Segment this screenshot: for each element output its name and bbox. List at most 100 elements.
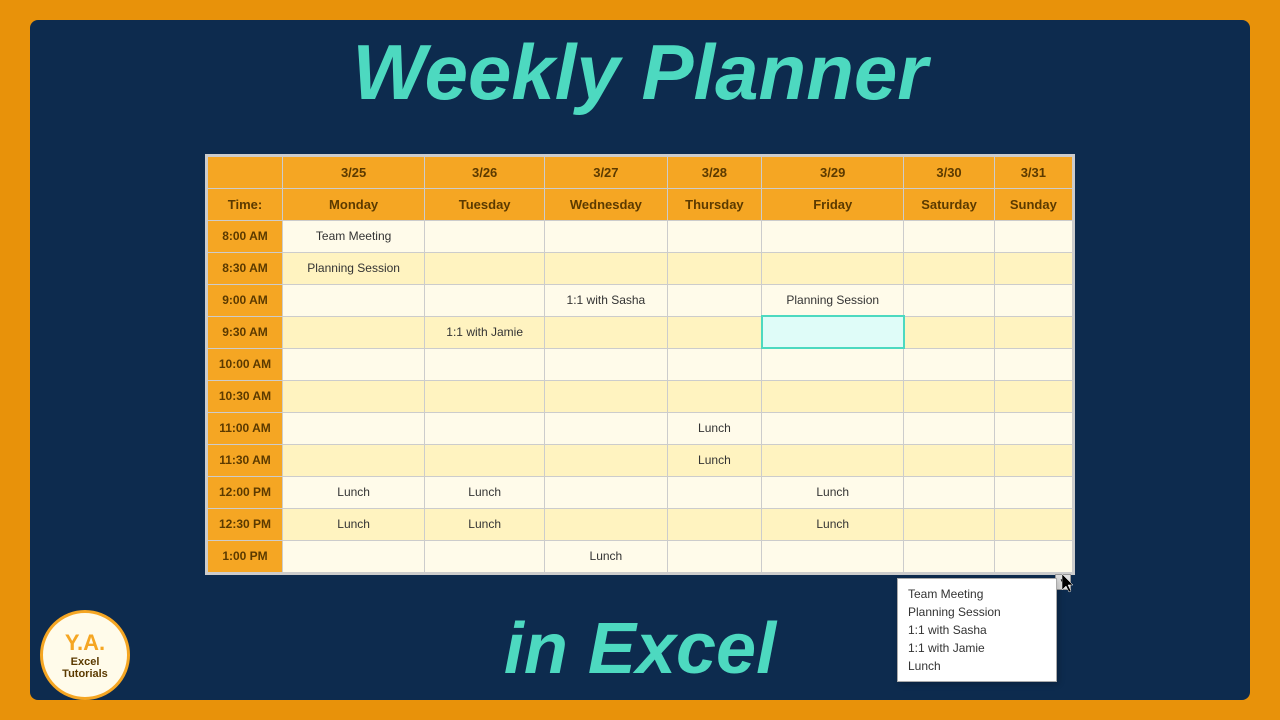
calendar-cell[interactable]	[904, 380, 994, 412]
calendar-cell[interactable]	[904, 476, 994, 508]
calendar-cell[interactable]	[994, 348, 1072, 380]
col-header-empty	[208, 156, 283, 188]
table-row: 10:30 AM	[208, 380, 1073, 412]
calendar-cell[interactable]	[994, 476, 1072, 508]
calendar-cell[interactable]: Planning Session	[762, 284, 904, 316]
table-row: 12:30 PMLunchLunchLunch	[208, 508, 1073, 540]
calendar-cell[interactable]	[994, 508, 1072, 540]
calendar-cell[interactable]	[425, 348, 545, 380]
calendar-cell[interactable]	[994, 252, 1072, 284]
title-top: Weekly Planner	[352, 30, 927, 116]
calendar-cell[interactable]	[283, 316, 425, 348]
calendar-cell[interactable]	[904, 444, 994, 476]
calendar-cell[interactable]	[545, 348, 668, 380]
calendar-cell[interactable]	[762, 316, 904, 348]
calendar-cell[interactable]	[425, 252, 545, 284]
calendar-cell[interactable]	[667, 316, 761, 348]
calendar-cell[interactable]	[904, 412, 994, 444]
calendar-cell[interactable]	[425, 540, 545, 572]
dropdown-item-5[interactable]: Lunch	[908, 657, 1046, 675]
calendar-cell[interactable]: Lunch	[762, 476, 904, 508]
calendar-cell[interactable]	[545, 412, 668, 444]
calendar-cell[interactable]	[545, 316, 668, 348]
col-day-wed: Wednesday	[545, 188, 668, 220]
calendar-cell[interactable]	[904, 508, 994, 540]
calendar-cell[interactable]	[904, 284, 994, 316]
calendar-cell[interactable]	[762, 380, 904, 412]
calendar-cell[interactable]	[904, 316, 994, 348]
calendar-cell[interactable]: Team Meeting	[283, 220, 425, 252]
calendar-cell[interactable]	[283, 348, 425, 380]
calendar-cell[interactable]	[994, 444, 1072, 476]
calendar-cell[interactable]: 1:1 with Sasha	[545, 284, 668, 316]
calendar-cell[interactable]	[667, 348, 761, 380]
calendar-cell[interactable]	[667, 508, 761, 540]
time-cell: 9:30 AM	[208, 316, 283, 348]
logo-line1: Excel	[71, 656, 100, 668]
table-row: 10:00 AM	[208, 348, 1073, 380]
calendar-cell[interactable]	[545, 508, 668, 540]
calendar-cell[interactable]	[667, 284, 761, 316]
calendar-cell[interactable]	[762, 252, 904, 284]
calendar-cell[interactable]: Lunch	[283, 476, 425, 508]
calendar-cell[interactable]	[667, 252, 761, 284]
calendar-cell[interactable]: Lunch	[762, 508, 904, 540]
calendar-cell[interactable]: 1:1 with Jamie	[425, 316, 545, 348]
calendar-cell[interactable]	[994, 540, 1072, 572]
calendar-cell[interactable]	[545, 476, 668, 508]
calendar-cell[interactable]	[994, 284, 1072, 316]
calendar-cell[interactable]: Lunch	[545, 540, 668, 572]
calendar-cell[interactable]: Lunch	[667, 444, 761, 476]
time-cell: 12:30 PM	[208, 508, 283, 540]
calendar-cell[interactable]	[283, 284, 425, 316]
calendar-cell[interactable]	[283, 380, 425, 412]
calendar-cell[interactable]	[545, 444, 668, 476]
dropdown-item-4[interactable]: 1:1 with Jamie	[908, 639, 1046, 657]
calendar-cell[interactable]	[904, 348, 994, 380]
table-row: 8:00 AMTeam Meeting	[208, 220, 1073, 252]
dropdown-popup[interactable]: Team Meeting Planning Session 1:1 with S…	[897, 578, 1057, 682]
calendar-cell[interactable]	[762, 348, 904, 380]
calendar-cell[interactable]: Lunch	[425, 508, 545, 540]
calendar-cell[interactable]	[762, 444, 904, 476]
calendar-cell[interactable]	[994, 220, 1072, 252]
calendar-cell[interactable]	[904, 220, 994, 252]
calendar-container: 3/25 3/26 3/27 3/28 3/29 3/30 3/31 Time:…	[205, 154, 1075, 575]
calendar-cell[interactable]	[904, 252, 994, 284]
calendar-cell[interactable]	[425, 284, 545, 316]
calendar-cell[interactable]: Lunch	[425, 476, 545, 508]
calendar-cell[interactable]	[762, 412, 904, 444]
calendar-cell[interactable]: Lunch	[667, 412, 761, 444]
calendar-cell[interactable]: Lunch	[283, 508, 425, 540]
calendar-cell[interactable]	[283, 444, 425, 476]
calendar-cell[interactable]	[425, 412, 545, 444]
calendar-cell[interactable]	[667, 220, 761, 252]
calendar-cell[interactable]	[545, 252, 668, 284]
calendar-cell[interactable]	[994, 380, 1072, 412]
calendar-cell[interactable]	[994, 412, 1072, 444]
calendar-cell[interactable]: Planning Session	[283, 252, 425, 284]
calendar-cell[interactable]	[667, 476, 761, 508]
calendar-cell[interactable]	[545, 220, 668, 252]
calendar-cell[interactable]	[667, 380, 761, 412]
calendar-cell[interactable]	[994, 316, 1072, 348]
time-cell: 10:00 AM	[208, 348, 283, 380]
table-row: 11:30 AMLunch	[208, 444, 1073, 476]
calendar-cell[interactable]	[425, 444, 545, 476]
calendar-cell[interactable]	[762, 220, 904, 252]
calendar-cell[interactable]	[762, 540, 904, 572]
time-cell: 1:00 PM	[208, 540, 283, 572]
dropdown-item-1[interactable]: Team Meeting	[908, 585, 1046, 603]
time-cell: 9:00 AM	[208, 284, 283, 316]
logo-ya-text: Y.A.	[65, 630, 105, 656]
dropdown-item-2[interactable]: Planning Session	[908, 603, 1046, 621]
calendar-cell[interactable]	[904, 540, 994, 572]
table-row: 8:30 AMPlanning Session	[208, 252, 1073, 284]
calendar-cell[interactable]	[545, 380, 668, 412]
dropdown-item-3[interactable]: 1:1 with Sasha	[908, 621, 1046, 639]
calendar-cell[interactable]	[667, 540, 761, 572]
calendar-cell[interactable]	[283, 412, 425, 444]
calendar-cell[interactable]	[425, 380, 545, 412]
calendar-cell[interactable]	[425, 220, 545, 252]
calendar-cell[interactable]	[283, 540, 425, 572]
